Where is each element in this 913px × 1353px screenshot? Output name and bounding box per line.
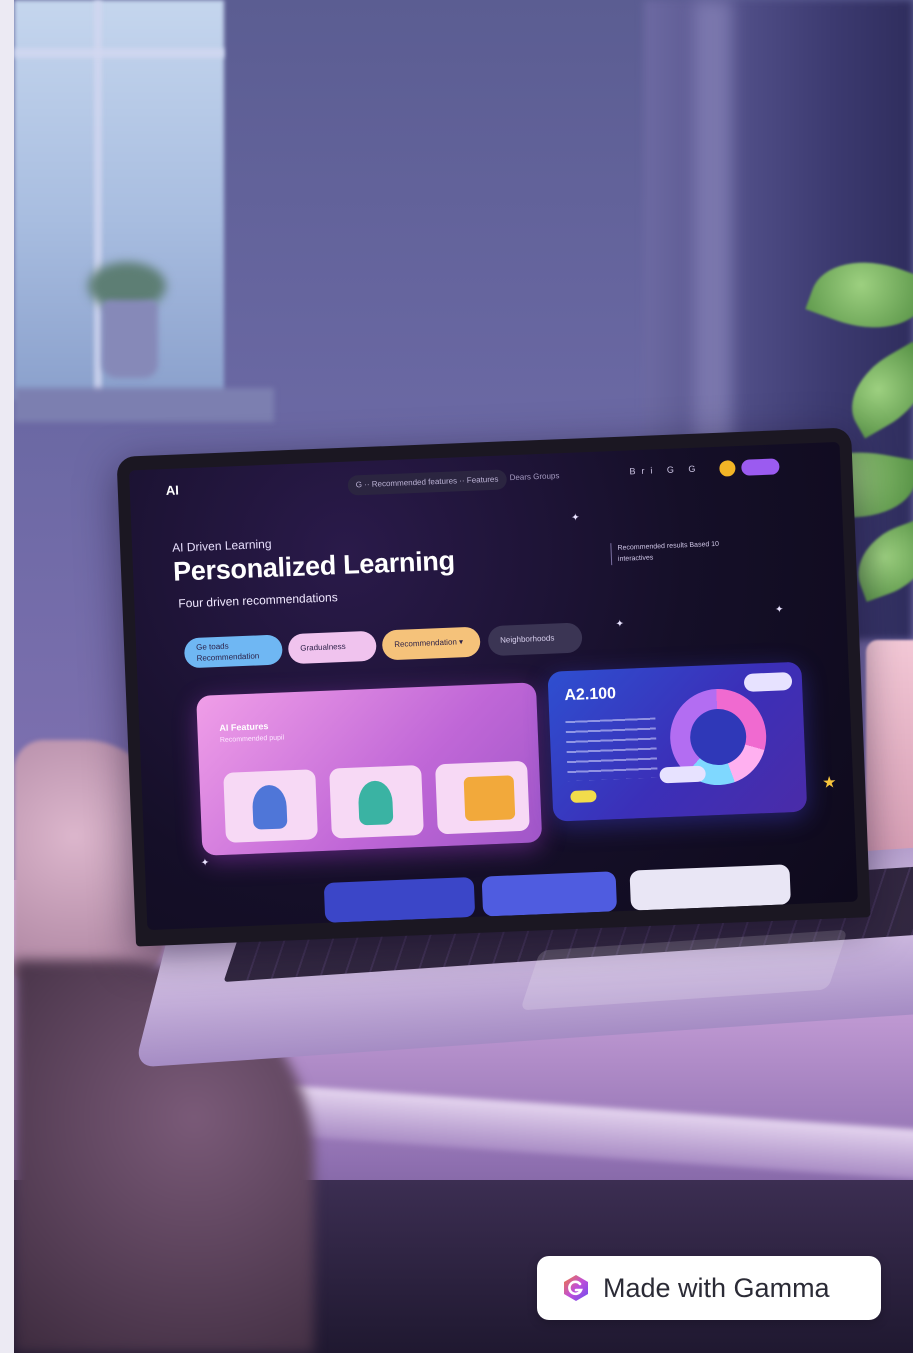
screen-chip: Neighborhoods (487, 622, 583, 657)
laptop-screen: AI G ·· Recommended features ·· Features… (129, 441, 858, 931)
cloud-icon (743, 672, 793, 692)
screen-search-pill: G ·· Recommended features ·· Features (347, 469, 507, 496)
progress-card: A2.100 (547, 661, 808, 822)
sparkle-icon: ✦ (200, 857, 210, 869)
hero-eyebrow: AI Driven Learning (171, 536, 272, 555)
feature-card-subtitle: Recommended pupil (219, 734, 285, 745)
laptop-lid: AI G ·· Recommended features ·· Features… (116, 427, 871, 947)
window-frame (14, 48, 224, 58)
sparkle-icon: ✦ (571, 512, 580, 524)
small-pot (102, 300, 158, 378)
cloud-icon (659, 765, 706, 784)
screen-nav-icons: Bri G G (629, 463, 702, 477)
progress-card-text-lines (565, 717, 658, 782)
feature-card: AI Features Recommended pupil (196, 682, 543, 856)
progress-card-button (570, 789, 597, 803)
star-icon: ★ (821, 774, 837, 792)
screen-nav-links: Dears Groups (509, 471, 560, 483)
made-with-gamma-badge[interactable]: Made with Gamma (537, 1256, 881, 1320)
preview-card (323, 876, 476, 923)
sparkle-icon: ✦ (774, 604, 784, 616)
progress-card-value: A2.100 (564, 685, 617, 705)
screen-chip: Gradualness (287, 630, 377, 665)
screen-chip: Ge toads Recommendation (183, 634, 283, 669)
gamma-logo-icon (561, 1273, 591, 1303)
photo-background: AI G ·· Recommended features ·· Features… (14, 0, 913, 1353)
avatar (719, 460, 736, 477)
window-frame (94, 0, 102, 400)
preview-card (629, 864, 791, 911)
feature-card-title: AI Features (219, 721, 269, 734)
screen-topbar: AI G ·· Recommended features ·· Features… (129, 442, 841, 514)
window-sill (14, 388, 274, 422)
plant-pot (866, 640, 913, 860)
hero-subtitle: Four driven recommendations (178, 590, 338, 611)
screen-cta-pill (741, 458, 780, 476)
illustration-tile (223, 769, 318, 843)
hero-side-note: Recommended results Based 10 interactive… (610, 538, 729, 566)
preview-card (481, 871, 618, 917)
illustration-tile (329, 764, 424, 839)
badge-label: Made with Gamma (603, 1272, 830, 1303)
screen-logo: AI (165, 482, 180, 498)
screen-chip: Recommendation ▾ (381, 626, 481, 661)
sparkle-icon: ✦ (615, 618, 625, 631)
illustration-tile (435, 760, 530, 835)
